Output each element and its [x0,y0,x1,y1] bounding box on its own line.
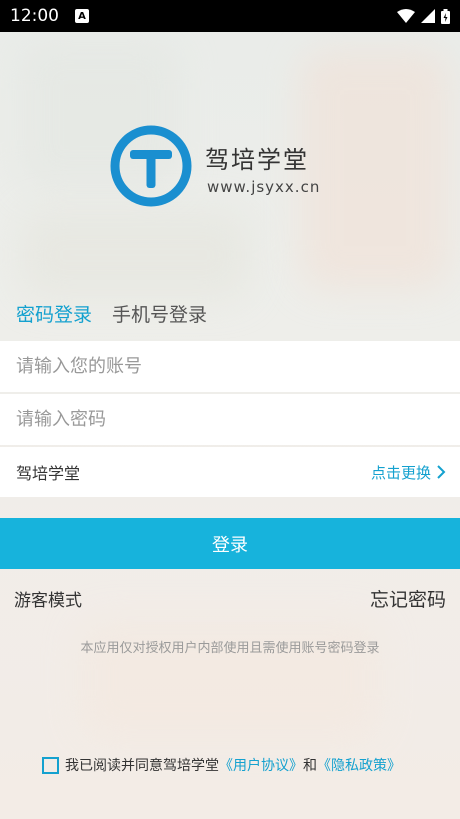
status-icons [397,8,450,24]
change-school-label: 点击更换 [370,463,431,482]
agreement-checkbox[interactable] [42,756,59,774]
wifi-icon [397,9,415,23]
account-field[interactable] [0,341,460,392]
agreement-and: 和 [303,758,317,774]
status-time: 12:00 [10,6,59,26]
status-bar: 12:00 A [0,0,460,32]
login-tabs: 密码登录 手机号登录 [16,300,207,327]
account-input[interactable] [14,355,460,378]
background-blur [300,50,450,290]
brand-name: 驾培学堂 [205,146,309,174]
agreement-prefix: 我已阅读并同意驾培学堂 [65,758,219,774]
background-blur [20,210,250,300]
brand-logo-icon [110,125,192,207]
login-button[interactable]: 登录 [0,518,460,569]
password-field[interactable] [0,394,460,445]
password-input[interactable] [14,408,460,431]
agreement-row: 我已阅读并同意驾培学堂 《用户协议》 和 《隐私政策》 [42,755,401,775]
brand-url: www.jsyxx.cn [207,178,321,196]
usage-notice: 本应用仅对授权用户内部使用且需使用账号密码登录 [80,641,380,656]
school-selector[interactable]: 驾培学堂 点击更换 [0,447,460,497]
login-button-label: 登录 [212,534,248,556]
user-agreement-link[interactable]: 《用户协议》 [219,755,303,775]
forgot-password-link[interactable]: 忘记密码 [370,585,446,612]
notification-a-icon: A [75,9,89,23]
battery-icon [441,8,450,24]
cell-signal-icon [421,9,435,23]
privacy-policy-link[interactable]: 《隐私政策》 [317,755,401,775]
school-name: 驾培学堂 [16,464,81,483]
chevron-right-icon [437,465,446,479]
guest-mode-link[interactable]: 游客模式 [14,586,82,611]
tab-phone-login[interactable]: 手机号登录 [112,300,207,327]
tab-password-login[interactable]: 密码登录 [16,300,92,327]
change-school-button[interactable]: 点击更换 [371,462,446,483]
